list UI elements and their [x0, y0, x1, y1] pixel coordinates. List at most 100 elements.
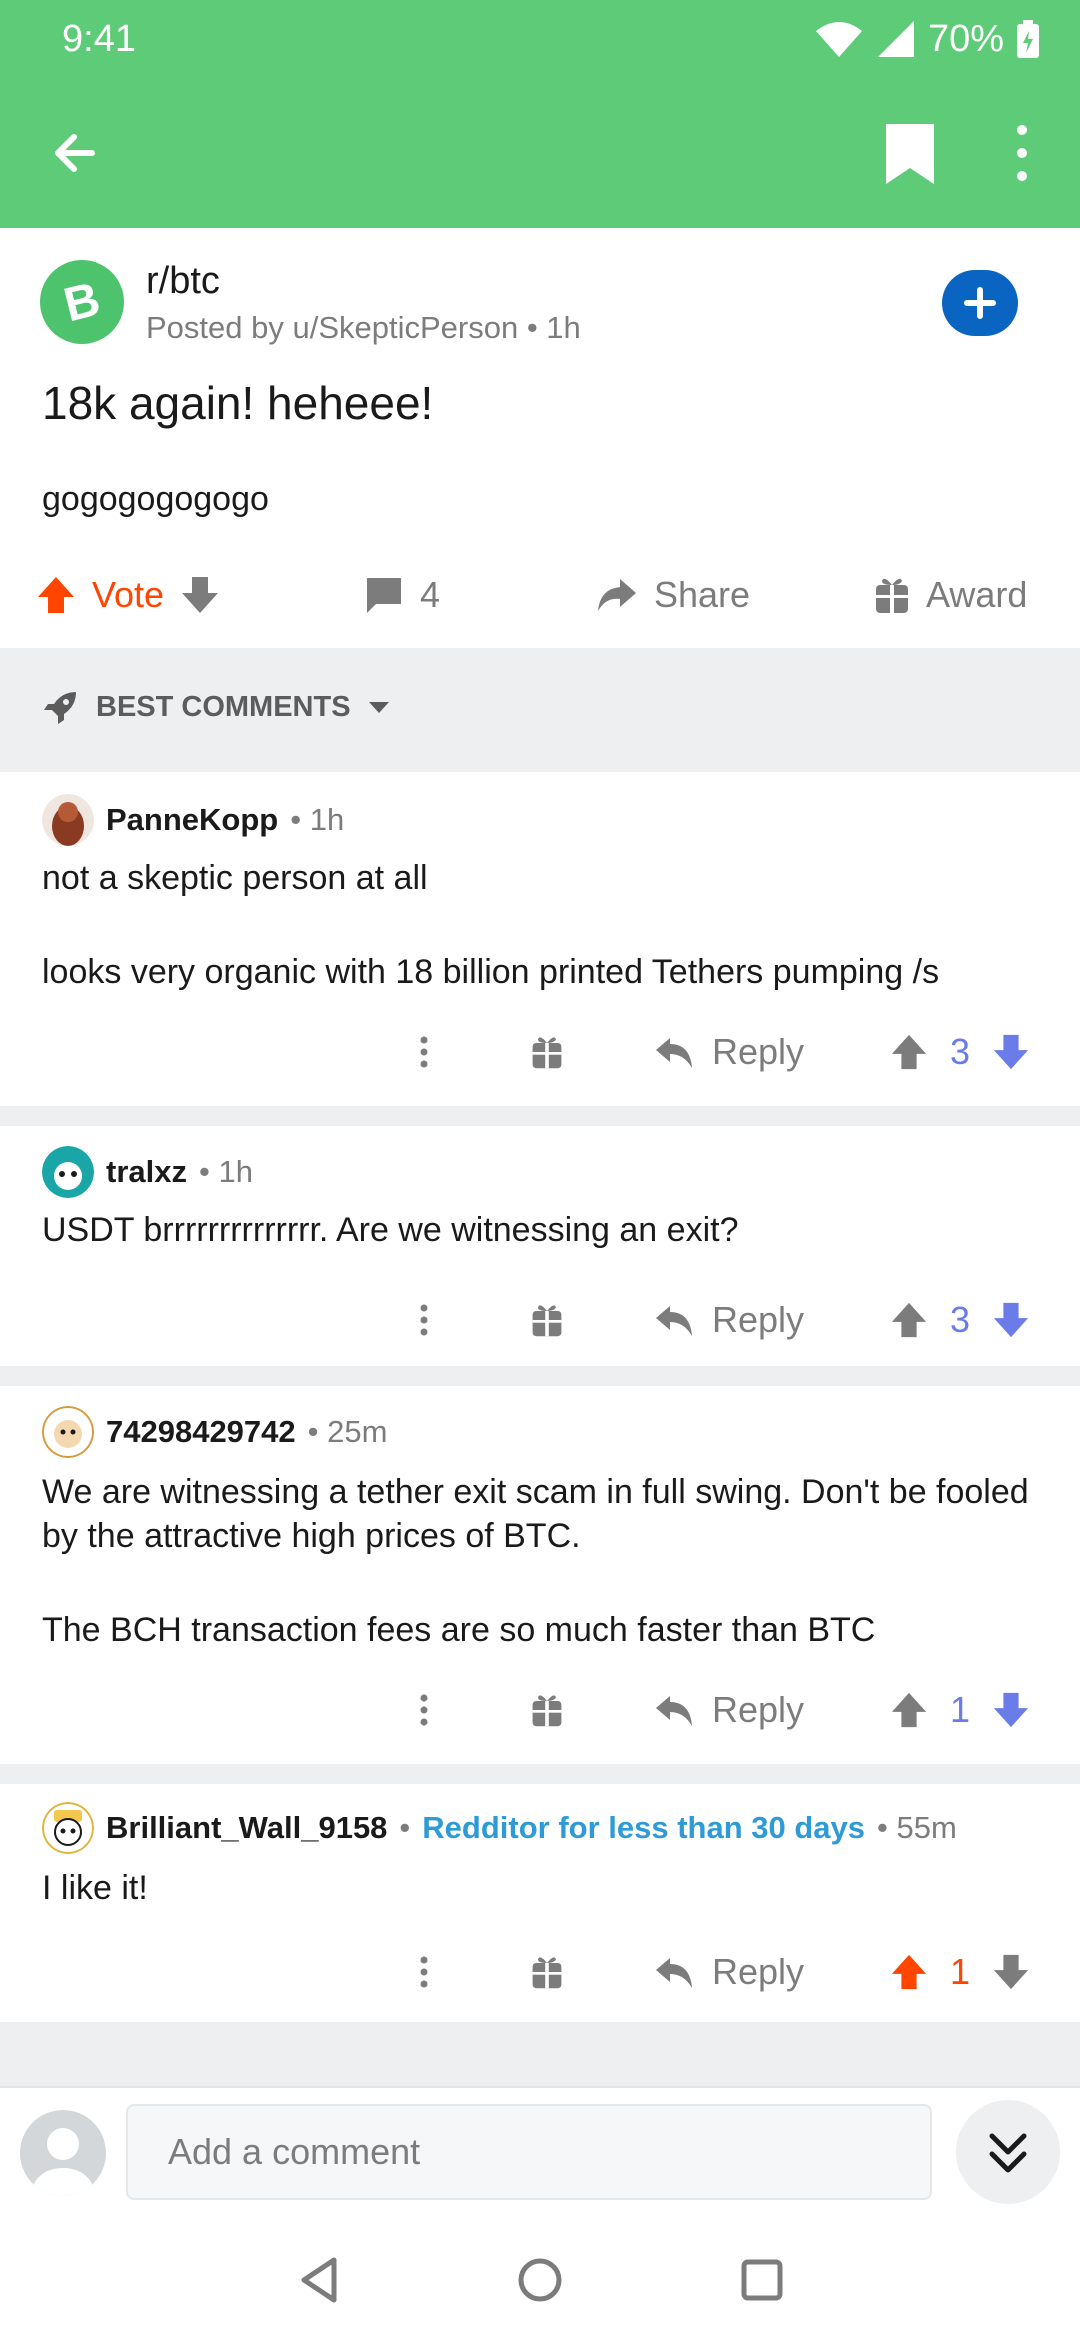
comment-actions: Reply 3: [0, 1288, 1080, 1352]
arrow-left-icon[interactable]: [40, 118, 110, 188]
comment-header: PanneKopp • 1h: [42, 794, 344, 846]
comment-award-button[interactable]: [530, 1020, 564, 1084]
comment-author[interactable]: PanneKopp: [106, 802, 278, 838]
reply-button[interactable]: Reply: [654, 1940, 804, 2004]
divider: [0, 1764, 1080, 1784]
downvote-icon[interactable]: [992, 1691, 1030, 1729]
comment-actions: Reply 1: [0, 1678, 1080, 1742]
sort-selector[interactable]: BEST COMMENTS: [42, 688, 391, 726]
comment-text: We are witnessing a tether exit scam in …: [42, 1473, 1029, 1555]
comment-more-button[interactable]: [406, 1288, 442, 1352]
comment: 74298429742 • 25m We are witnessing a te…: [0, 1386, 1080, 1764]
comment-separator: •: [399, 1810, 411, 1845]
reply-button[interactable]: Reply: [654, 1288, 804, 1352]
vote-group: Vote: [36, 555, 220, 635]
avatar[interactable]: [42, 794, 94, 846]
nav-back-icon[interactable]: [290, 2250, 350, 2310]
share-icon: [598, 579, 636, 611]
battery-charging-icon: [1017, 20, 1039, 58]
more-vertical-icon: [420, 1304, 428, 1336]
comment-header: 74298429742 • 25m: [42, 1406, 387, 1458]
comment-text: looks very organic with 18 billion print…: [42, 953, 940, 991]
status-time: 9:41: [62, 18, 136, 60]
wifi-icon: [815, 22, 862, 57]
comment-input[interactable]: Add a comment: [126, 2104, 932, 2200]
user-icon: [33, 2128, 93, 2196]
post-title: 18k again! heheee!: [42, 377, 434, 429]
comment-more-button[interactable]: [406, 1940, 442, 2004]
comment-author[interactable]: 74298429742: [106, 1414, 296, 1450]
app-bar: [0, 78, 1080, 228]
reply-button[interactable]: Reply: [654, 1678, 804, 1742]
join-button[interactable]: [942, 270, 1018, 336]
reply-label: Reply: [712, 1031, 805, 1072]
more-vertical-icon: [420, 1956, 428, 1988]
comment-text: The BCH transaction fees are so much fas…: [42, 1611, 876, 1649]
subreddit-icon[interactable]: B: [40, 260, 124, 344]
upvote-icon[interactable]: [36, 575, 76, 615]
gift-icon: [532, 1957, 562, 1989]
comment-author[interactable]: Brilliant_Wall_9158: [106, 1810, 387, 1846]
downvote-icon[interactable]: [992, 1953, 1030, 1991]
status-icons: 70%: [814, 14, 1040, 64]
comment-score: 3: [950, 1031, 971, 1072]
upvote-icon[interactable]: [890, 1953, 928, 1991]
reply-icon: [656, 1696, 692, 1726]
comment-time: • 1h: [290, 802, 345, 837]
comment-text: not a skeptic person at all: [42, 859, 428, 897]
avatar[interactable]: [42, 1802, 94, 1854]
comment-author[interactable]: tralxz: [106, 1154, 187, 1190]
more-vertical-icon[interactable]: [1000, 118, 1044, 188]
comment-composer: Add a comment: [0, 2086, 1080, 2220]
gift-icon: [532, 1037, 562, 1069]
downvote-icon[interactable]: [992, 1301, 1030, 1339]
avatar[interactable]: [42, 1146, 94, 1198]
vote-label: Vote: [92, 574, 165, 615]
comment-header: Brilliant_Wall_9158 • Redditor for less …: [42, 1802, 957, 1854]
avatar[interactable]: [42, 1406, 94, 1458]
comment-count: 4: [420, 574, 441, 615]
nav-home-icon[interactable]: [510, 2250, 570, 2310]
award-button[interactable]: Award: [874, 555, 1027, 635]
comment-more-button[interactable]: [406, 1020, 442, 1084]
downvote-icon[interactable]: [180, 575, 220, 615]
comment-award-button[interactable]: [530, 1940, 564, 2004]
status-bar: 9:41 70%: [0, 0, 1080, 78]
share-button[interactable]: Share: [596, 555, 750, 635]
sort-label: BEST COMMENTS: [96, 690, 351, 723]
signal-icon: [877, 21, 914, 57]
reply-icon: [656, 1958, 692, 1988]
battery-percent: 70%: [927, 17, 1004, 60]
award-label: Award: [926, 574, 1028, 615]
more-vertical-icon: [420, 1036, 428, 1068]
upvote-icon[interactable]: [890, 1691, 928, 1729]
comments-button[interactable]: 4: [364, 555, 440, 635]
divider: [0, 2022, 1080, 2086]
comment-time: • 55m: [877, 1810, 957, 1845]
divider: [0, 1366, 1080, 1386]
chevrons-down-icon[interactable]: [956, 2100, 1060, 2204]
comment-award-button[interactable]: [530, 1678, 564, 1742]
post-meta[interactable]: Posted by u/SkepticPerson • 1h: [146, 310, 581, 346]
comment-actions: Reply 3: [0, 1020, 1080, 1084]
reply-button[interactable]: Reply: [654, 1020, 804, 1084]
comment-sort-bar: BEST COMMENTS: [0, 648, 1080, 772]
comment: Brilliant_Wall_9158 • Redditor for less …: [0, 1784, 1080, 2022]
reply-icon: [656, 1306, 692, 1336]
gift-icon: [532, 1305, 562, 1337]
caret-down-icon: [368, 702, 389, 713]
post-body: gogogogogogo: [42, 480, 269, 518]
subreddit-name[interactable]: r/btc: [146, 260, 220, 303]
avatar[interactable]: [20, 2110, 106, 2196]
downvote-icon[interactable]: [992, 1033, 1030, 1071]
comment-award-button[interactable]: [530, 1288, 564, 1352]
comment-vote-group: 3: [890, 1288, 1030, 1352]
gift-icon: [532, 1695, 562, 1727]
reply-label: Reply: [712, 1299, 805, 1340]
comment-more-button[interactable]: [406, 1678, 442, 1742]
upvote-icon[interactable]: [890, 1301, 928, 1339]
nav-recents-icon[interactable]: [732, 2250, 792, 2310]
bookmark-icon[interactable]: [880, 120, 940, 188]
upvote-icon[interactable]: [890, 1033, 928, 1071]
post-actions: Vote 4 Share Award: [0, 555, 1080, 635]
